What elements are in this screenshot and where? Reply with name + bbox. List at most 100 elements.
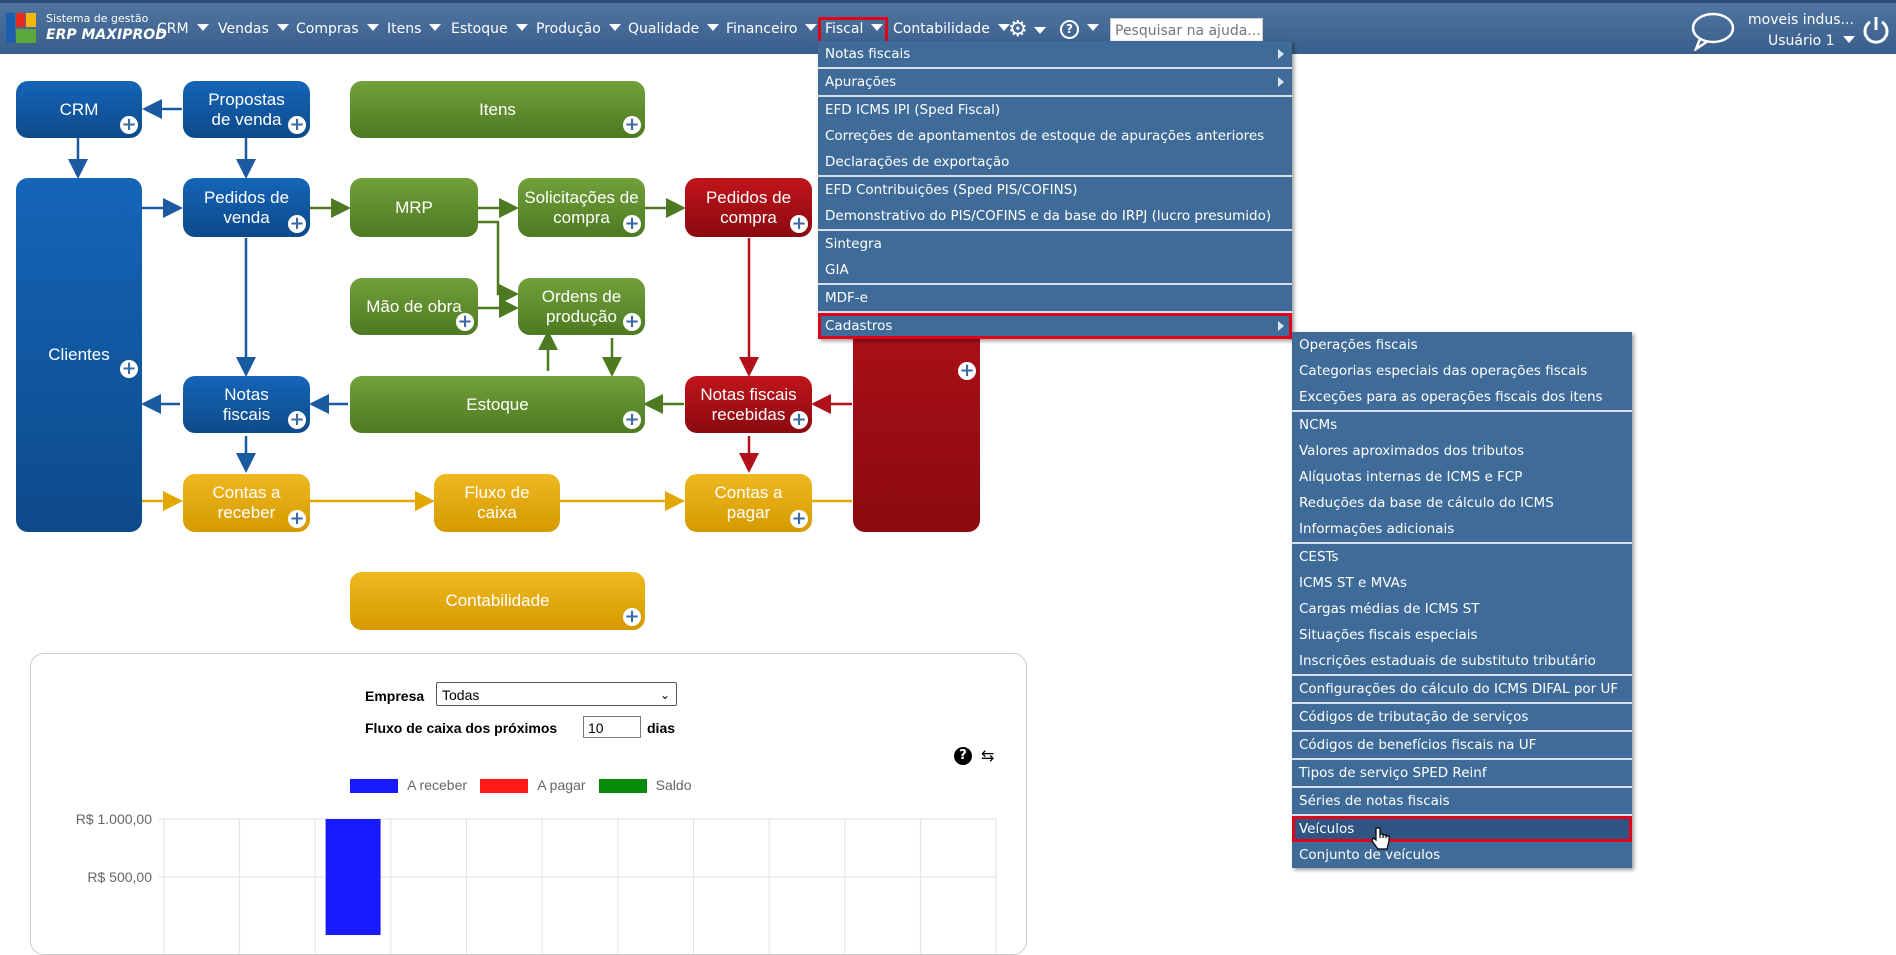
chevron-right-icon (1278, 321, 1284, 331)
user-menu[interactable]: Usuário 1 (1768, 33, 1855, 49)
flow-propostas[interactable]: Propostas de venda + (183, 81, 310, 138)
dias-label: dias (647, 720, 676, 736)
fiscal-dropdown: Notas fiscais Apurações EFD ICMS IPI (Sp… (818, 41, 1292, 339)
help-search-input[interactable] (1110, 18, 1263, 43)
menu-item-demonstrativo-pis-cofins[interactable]: Demonstrativo do PIS/COFINS e da base do… (818, 203, 1292, 229)
flow-notas-fiscais[interactable]: Notas fiscais + (183, 376, 310, 433)
power-icon[interactable] (1862, 14, 1890, 44)
menu-item-valores-tributos[interactable]: Valores aproximados dos tributos (1292, 438, 1632, 464)
menu-item-veiculos[interactable]: Veículos (1292, 816, 1632, 850)
empresa-select[interactable]: Todas ⌄ (436, 682, 677, 706)
chevron-down-icon (196, 24, 209, 31)
cashflow-chart: R$ 1.000,00 R$ 500,00 (76, 811, 997, 954)
menu-item-conjunto-veiculos[interactable]: Conjunto de veículos (1292, 842, 1632, 868)
flow-ordens-producao[interactable]: Ordens de produção + (518, 278, 645, 335)
add-icon[interactable]: + (790, 215, 808, 233)
menu-item-codigos-tributacao[interactable]: Códigos de tributação de serviços (1292, 704, 1632, 730)
legend-label: A receber (407, 777, 468, 793)
menu-item-aliquotas-icms[interactable]: Alíquotas internas de ICMS e FCP (1292, 464, 1632, 490)
add-icon[interactable]: + (623, 116, 641, 134)
menu-estoque[interactable]: Estoque (451, 21, 528, 37)
menu-item-tipos-servico-reinf[interactable]: Tipos de serviço SPED Reinf (1292, 760, 1632, 786)
menu-item-icms-st-mvas[interactable]: ICMS ST e MVAs (1292, 570, 1632, 596)
add-icon[interactable]: + (120, 360, 138, 378)
add-icon[interactable]: + (456, 313, 474, 331)
menu-item-reducoes-base[interactable]: Reduções da base de cálculo do ICMS (1292, 490, 1632, 516)
chart-bar[interactable] (325, 819, 381, 935)
menu-item-cadastros[interactable]: Cadastros (818, 313, 1292, 339)
add-icon[interactable]: + (120, 116, 138, 134)
menu-financeiro[interactable]: Financeiro (726, 21, 818, 37)
flow-mao-de-obra[interactable]: Mão de obra + (350, 278, 478, 335)
menu-item-mdfe[interactable]: MDF-e (818, 285, 1292, 311)
menu-item-efd-icms-ipi[interactable]: EFD ICMS IPI (Sped Fiscal) (818, 97, 1292, 123)
menu-qualidade[interactable]: Qualidade (628, 21, 720, 37)
add-icon[interactable]: + (958, 362, 976, 380)
chevron-down-icon (608, 24, 621, 31)
menu-item-informacoes-adicionais[interactable]: Informações adicionais (1292, 516, 1632, 542)
flow-contas-pagar[interactable]: Contas a pagar + (685, 474, 812, 532)
menu-item-categorias-especiais[interactable]: Categorias especiais das operações fisca… (1292, 358, 1632, 384)
help-icon[interactable]: ? (954, 747, 972, 765)
flow-clientes[interactable]: Clientes + (16, 178, 142, 532)
settings-gear-icon[interactable]: ⚙ (1008, 17, 1046, 42)
menu-item-gia[interactable]: GIA (818, 257, 1292, 283)
menu-item-sintegra[interactable]: Sintegra (818, 231, 1292, 257)
flow-pedidos-compra[interactable]: Pedidos de compra + (685, 178, 812, 237)
menu-crm[interactable]: CRM (157, 21, 209, 37)
refresh-icon[interactable]: ⇆ (981, 746, 994, 765)
flow-estoque[interactable]: Estoque + (350, 376, 645, 433)
help-icon[interactable]: ? (1060, 20, 1099, 39)
flow-contabilidade[interactable]: Contabilidade + (350, 572, 645, 630)
menu-contabilidade[interactable]: Contabilidade (893, 21, 1010, 37)
add-icon[interactable]: + (790, 510, 808, 528)
flow-nf-recebidas[interactable]: Notas fiscais recebidas + (685, 376, 812, 433)
menu-item-codigos-beneficios[interactable]: Códigos de benefícios fiscais na UF (1292, 732, 1632, 758)
add-icon[interactable]: + (288, 116, 306, 134)
add-icon[interactable]: + (623, 411, 641, 429)
legend-label: Saldo (655, 777, 692, 793)
menu-item-situacoes-fiscais[interactable]: Situações fiscais especiais (1292, 622, 1632, 648)
days-input[interactable]: 10 (583, 716, 641, 738)
flow-contas-receber[interactable]: Contas a receber + (183, 474, 310, 532)
menu-item-cargas-medias[interactable]: Cargas médias de ICMS ST (1292, 596, 1632, 622)
menu-item-apuracoes[interactable]: Apurações (818, 69, 1292, 95)
menu-item-cests[interactable]: CESTs (1292, 544, 1632, 570)
flow-crm[interactable]: CRM + (16, 81, 142, 138)
menu-item-declaracoes-exportacao[interactable]: Declarações de exportação (818, 149, 1292, 175)
menu-item-excecoes-operacoes[interactable]: Exceções para as operações fiscais dos i… (1292, 384, 1632, 410)
flow-solicitacoes[interactable]: Solicitações de compra + (518, 178, 645, 237)
add-icon[interactable]: + (623, 608, 641, 626)
menu-compras[interactable]: Compras (296, 21, 379, 37)
menu-item-correcoes-apontamentos[interactable]: Correções de apontamentos de estoque de … (818, 123, 1292, 149)
menu-item-efd-contribuicoes[interactable]: EFD Contribuições (Sped PIS/COFINS) (818, 177, 1292, 203)
menu-item-operacoes-fiscais[interactable]: Operações fiscais (1292, 332, 1632, 358)
menu-producao[interactable]: Produção (536, 21, 621, 37)
chevron-right-icon (1278, 49, 1284, 59)
add-icon[interactable]: + (623, 215, 641, 233)
menu-vendas[interactable]: Vendas (218, 21, 289, 37)
flow-fluxo-caixa[interactable]: Fluxo de caixa (434, 474, 560, 532)
add-icon[interactable]: + (288, 215, 306, 233)
y-tick-label: R$ 1.000,00 (76, 811, 152, 827)
add-icon[interactable]: + (623, 313, 641, 331)
maxiprod-logo-icon[interactable] (6, 13, 38, 45)
brand-subtitle: Sistema de gestão (46, 12, 149, 25)
flow-mrp[interactable]: MRP (350, 178, 478, 237)
menu-item-ncms[interactable]: NCMs (1292, 412, 1632, 438)
add-icon[interactable]: + (288, 510, 306, 528)
menu-item-notas-fiscais[interactable]: Notas fiscais (818, 41, 1292, 67)
add-icon[interactable]: + (790, 411, 808, 429)
chevron-down-icon: ⌄ (659, 688, 670, 702)
chat-bubble-icon[interactable] (1690, 11, 1736, 51)
menu-item-icms-difal[interactable]: Configurações do cálculo do ICMS DIFAL p… (1292, 676, 1632, 702)
chevron-down-icon (805, 24, 818, 31)
legend-swatch (480, 778, 529, 793)
company-name[interactable]: moveis indus... (1748, 12, 1854, 28)
menu-itens[interactable]: Itens (387, 21, 442, 37)
add-icon[interactable]: + (288, 411, 306, 429)
menu-item-inscricoes-estaduais[interactable]: Inscrições estaduais de substituto tribu… (1292, 648, 1632, 674)
flow-itens[interactable]: Itens + (350, 81, 645, 138)
menu-item-series-notas[interactable]: Séries de notas fiscais (1292, 788, 1632, 814)
flow-pedidos-venda[interactable]: Pedidos de venda + (183, 178, 310, 237)
